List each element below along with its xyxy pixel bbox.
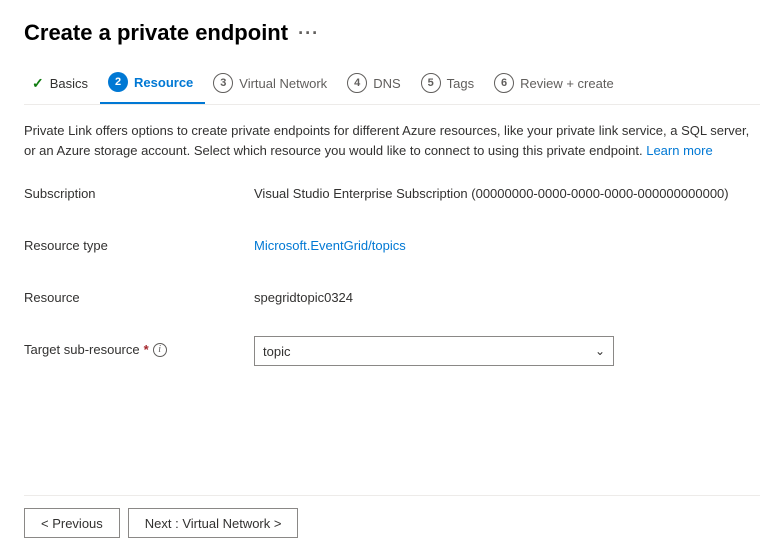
step-virtual-network-label: Virtual Network xyxy=(239,76,327,91)
step-basics-check-icon: ✓ xyxy=(32,75,44,92)
resource-value: spegridtopic0324 xyxy=(254,284,760,305)
subscription-value: Visual Studio Enterprise Subscription (0… xyxy=(254,180,760,201)
resource-type-row: Resource type Microsoft.EventGrid/topics xyxy=(24,232,760,264)
step-resource-circle: 2 xyxy=(108,72,128,92)
resource-type-label: Resource type xyxy=(24,232,254,253)
target-sub-resource-row: Target sub-resource * i topic ⌄ xyxy=(24,336,760,368)
step-dns[interactable]: 4 DNS xyxy=(339,65,412,103)
step-basics[interactable]: ✓ Basics xyxy=(24,67,100,102)
step-resource[interactable]: 2 Resource xyxy=(100,64,205,104)
step-resource-label: Resource xyxy=(134,75,193,90)
step-dns-circle: 4 xyxy=(347,73,367,93)
step-dns-label: DNS xyxy=(373,76,400,91)
step-tags[interactable]: 5 Tags xyxy=(413,65,486,103)
chevron-down-icon: ⌄ xyxy=(595,344,605,358)
step-virtual-network[interactable]: 3 Virtual Network xyxy=(205,65,339,103)
info-icon[interactable]: i xyxy=(153,343,167,357)
subscription-row: Subscription Visual Studio Enterprise Su… xyxy=(24,180,760,212)
page-container: Create a private endpoint ··· ✓ Basics 2… xyxy=(0,0,784,550)
step-basics-label: Basics xyxy=(50,76,88,91)
learn-more-link[interactable]: Learn more xyxy=(646,143,712,158)
step-review-create-circle: 6 xyxy=(494,73,514,93)
step-tags-label: Tags xyxy=(447,76,474,91)
page-title-row: Create a private endpoint ··· xyxy=(24,20,760,46)
content-area: Private Link offers options to create pr… xyxy=(24,121,760,495)
previous-button[interactable]: < Previous xyxy=(24,508,120,538)
resource-label: Resource xyxy=(24,284,254,305)
step-review-create-label: Review + create xyxy=(520,76,614,91)
target-sub-resource-label: Target sub-resource * i xyxy=(24,336,254,357)
step-virtual-network-circle: 3 xyxy=(213,73,233,93)
target-sub-resource-dropdown-value: topic xyxy=(263,344,290,359)
step-tags-circle: 5 xyxy=(421,73,441,93)
required-star: * xyxy=(144,342,149,357)
target-sub-resource-dropdown[interactable]: topic ⌄ xyxy=(254,336,614,366)
next-button[interactable]: Next : Virtual Network > xyxy=(128,508,299,538)
page-title: Create a private endpoint xyxy=(24,20,288,46)
wizard-steps: ✓ Basics 2 Resource 3 Virtual Network 4 … xyxy=(24,64,760,105)
footer: < Previous Next : Virtual Network > xyxy=(24,495,760,550)
step-review-create[interactable]: 6 Review + create xyxy=(486,65,626,103)
resource-row: Resource spegridtopic0324 xyxy=(24,284,760,316)
description-text: Private Link offers options to create pr… xyxy=(24,121,760,160)
subscription-label: Subscription xyxy=(24,180,254,201)
resource-type-value: Microsoft.EventGrid/topics xyxy=(254,232,760,253)
ellipsis-menu-icon[interactable]: ··· xyxy=(298,23,319,44)
description-main: Private Link offers options to create pr… xyxy=(24,123,749,158)
